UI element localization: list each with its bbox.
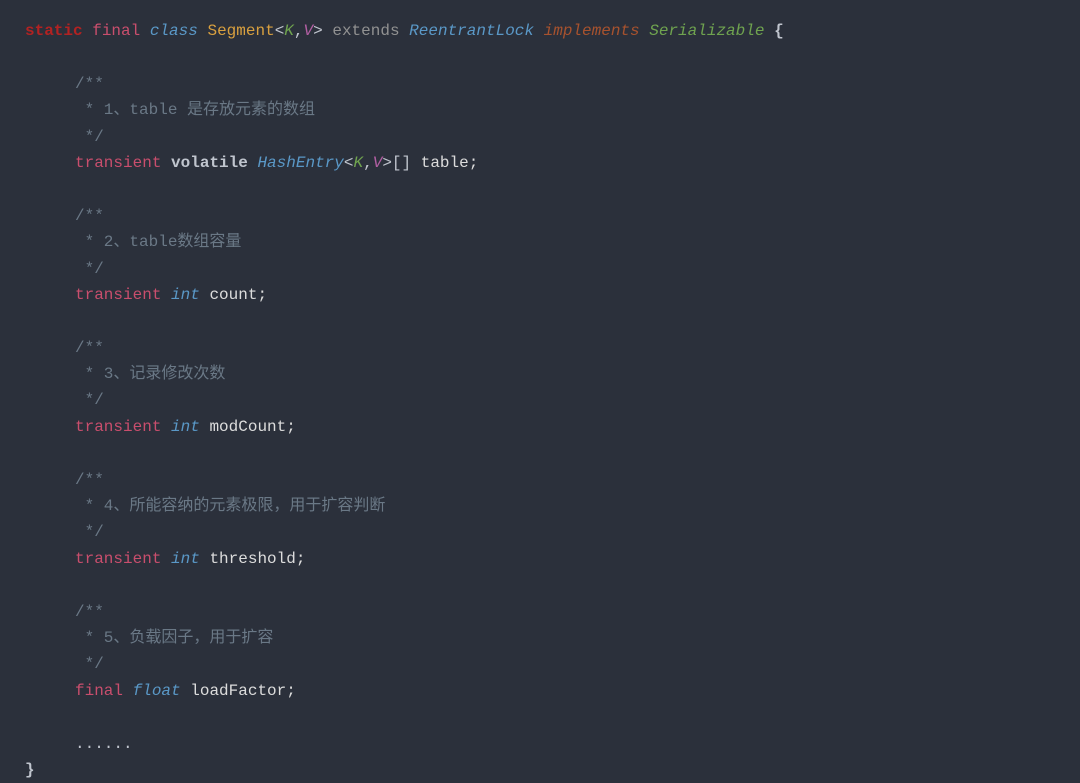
keyword-float: float [133,682,181,700]
keyword-final: final [75,682,123,700]
class-name: Segment [207,22,274,40]
comment-line: */ [25,651,1080,677]
blank-line [25,704,1080,730]
keyword-final: final [92,22,140,40]
blank-line [25,44,1080,70]
blank-line [25,308,1080,334]
keyword-transient: transient [75,418,161,436]
interface-name: Serializable [649,22,764,40]
generic-close: > [382,154,392,172]
comment-line: /** [25,71,1080,97]
generic-comma: , [363,154,373,172]
comment-line: * 3、记录修改次数 [25,361,1080,387]
keyword-transient: transient [75,550,161,568]
var-loadfactor: loadFactor; [181,682,296,700]
generic-v: V [304,22,314,40]
comment-line: * 5、负载因子，用于扩容 [25,625,1080,651]
blank-line [25,176,1080,202]
blank-line [25,572,1080,598]
code-block: static final class Segment<K,V> extends … [25,18,1080,783]
keyword-int: int [171,418,200,436]
comment-line: */ [25,387,1080,413]
keyword-volatile: volatile [171,154,248,172]
array-brackets: [] [392,154,411,172]
open-brace: { [774,22,784,40]
keyword-implements: implements [544,22,640,40]
field-declaration-table: transient volatile HashEntry<K,V>[] tabl… [25,150,1080,176]
type-hashentry: HashEntry [257,154,343,172]
keyword-int: int [171,286,200,304]
comment-line: /** [25,467,1080,493]
generic-open: < [275,22,285,40]
var-modcount: modCount; [200,418,296,436]
var-threshold: threshold; [200,550,306,568]
blank-line [25,440,1080,466]
field-declaration-modcount: transient int modCount; [25,414,1080,440]
keyword-transient: transient [75,154,161,172]
field-declaration-threshold: transient int threshold; [25,546,1080,572]
generic-comma: , [294,22,304,40]
super-class: ReentrantLock [409,22,534,40]
close-brace: } [25,757,1080,783]
comment-line: * 4、所能容纳的元素极限，用于扩容判断 [25,493,1080,519]
comment-line: */ [25,256,1080,282]
var-count: count; [200,286,267,304]
field-declaration-count: transient int count; [25,282,1080,308]
var-table: table; [411,154,478,172]
comment-line: * 2、table数组容量 [25,229,1080,255]
generic-k: K [353,154,363,172]
comment-line: /** [25,335,1080,361]
comment-line: * 1、table 是存放元素的数组 [25,97,1080,123]
comment-line: /** [25,203,1080,229]
comment-line: */ [25,124,1080,150]
class-declaration: static final class Segment<K,V> extends … [25,18,1080,44]
comment-line: /** [25,599,1080,625]
ellipsis: ...... [25,731,1080,757]
keyword-transient: transient [75,286,161,304]
field-declaration-loadfactor: final float loadFactor; [25,678,1080,704]
generic-close: > [313,22,323,40]
keyword-class: class [150,22,198,40]
generic-k: K [284,22,294,40]
keyword-extends: extends [332,22,399,40]
keyword-static: static [25,22,83,40]
comment-line: */ [25,519,1080,545]
keyword-int: int [171,550,200,568]
generic-v: V [373,154,383,172]
